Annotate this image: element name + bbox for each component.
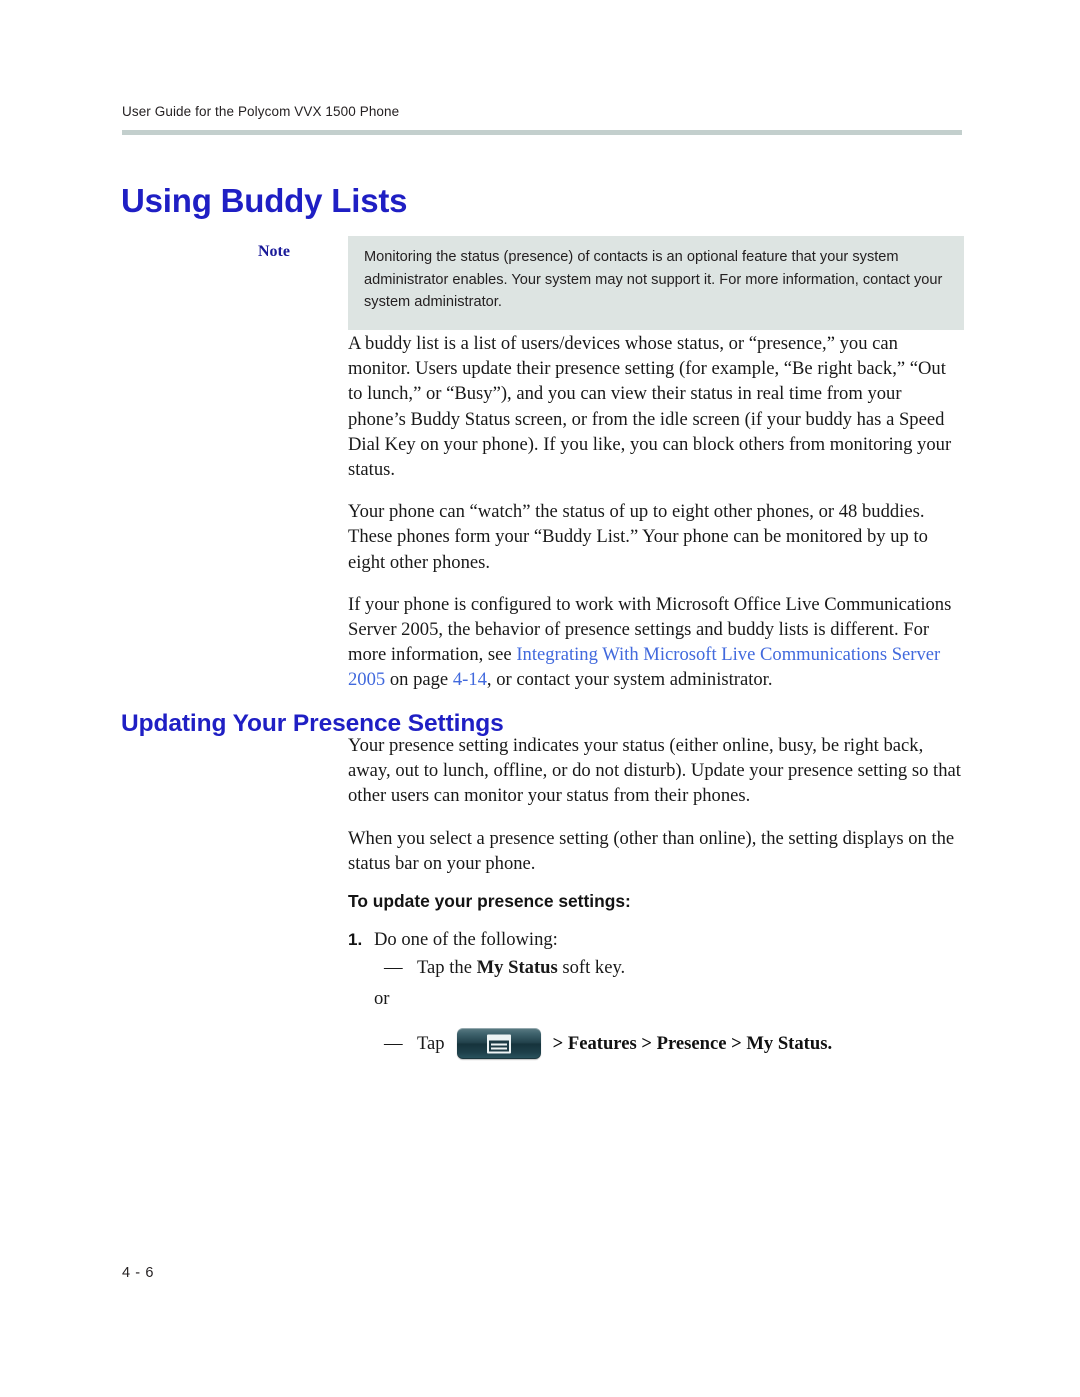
link-page-4-14[interactable]: 4-14 — [453, 669, 487, 690]
glyph-line-2 — [490, 1047, 507, 1049]
menu-path-text: > Features > Presence > My Status. — [552, 1032, 833, 1054]
procedure-step-1: 1. Do one of the following: — [348, 927, 558, 952]
page-title: Using Buddy Lists — [121, 182, 408, 220]
paragraph-presence-setting-status: Your presence setting indicates your sta… — [348, 735, 961, 807]
menu-key-icon[interactable] — [456, 1028, 541, 1059]
step-number: 1. — [348, 930, 363, 949]
paragraph-lcs-reference: If your phone is configured to work with… — [348, 592, 964, 693]
bullet-text-pre: Tap the — [417, 957, 477, 978]
lcs-text-part-2: on page — [385, 669, 453, 691]
procedure-title: To update your presence settings: — [348, 891, 631, 911]
paragraph-buddy-list-definition: A buddy list is a list of users/devices … — [348, 333, 952, 481]
bullet-text-post: soft key. — [557, 957, 626, 978]
note-label: Note — [258, 243, 290, 260]
step-text: Do one of the following: — [374, 929, 558, 950]
header-rule — [122, 130, 962, 135]
procedure-bullet-my-status-softkey: — Tap the My Status soft key. — [384, 955, 625, 980]
bullet-text: Tap the My Status soft key. — [417, 955, 625, 980]
tap-label: Tap — [417, 1033, 445, 1054]
procedure-bullet-menu-path: — Tap > Features > Presence > My Status. — [384, 1028, 832, 1059]
menu-window-glyph — [486, 1034, 511, 1053]
intro-text-block: A buddy list is a list of users/devices … — [348, 331, 964, 710]
document-page: User Guide for the Polycom VVX 1500 Phon… — [0, 0, 1080, 1397]
section-text-block: Your presence setting indicates your sta… — [348, 733, 964, 893]
em-dash-bullet-icon: — — [384, 1032, 403, 1054]
paragraph-watch-capacity: Your phone can “watch” the status of up … — [348, 501, 928, 573]
page-number: 4 - 6 — [122, 1265, 155, 1281]
glyph-line-1 — [490, 1043, 507, 1045]
note-body-text: Monitoring the status (presence) of cont… — [348, 236, 964, 330]
paragraph-status-bar-display: When you select a presence setting (othe… — [348, 827, 955, 874]
lcs-text-part-3: , or contact your system administrator. — [486, 669, 773, 691]
em-dash-bullet-icon: — — [384, 956, 403, 978]
running-header: User Guide for the Polycom VVX 1500 Phon… — [122, 104, 400, 119]
or-separator: or — [374, 988, 390, 1009]
my-status-soft-key-label: My Status — [476, 957, 558, 978]
glyph-titlebar — [488, 1036, 509, 1040]
